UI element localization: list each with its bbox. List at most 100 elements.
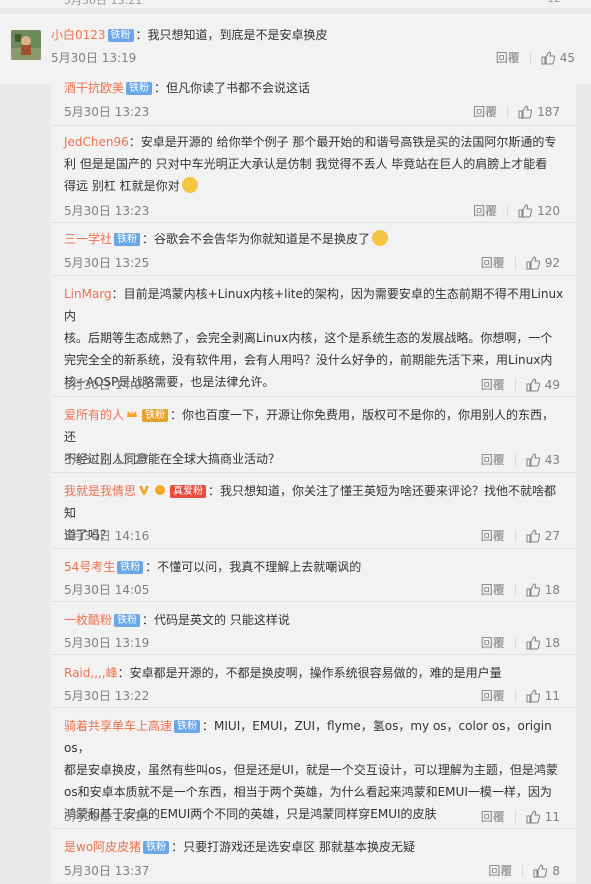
divider — [514, 256, 516, 269]
reply-button[interactable]: 回覆 — [481, 634, 505, 651]
reply-actions: 回覆 187 — [473, 103, 560, 120]
reply-actions: 回覆 8 — [488, 862, 560, 879]
reply-text: 核。后期等生态成熟了，会完全剥离Linux内核，这个是系统生态的发展战略。你想啊… — [64, 331, 553, 345]
username[interactable]: 小白0123 — [51, 28, 106, 42]
like-count: 45 — [559, 50, 575, 65]
fan-badge: 真爱粉 — [170, 485, 207, 498]
divider — [514, 529, 516, 542]
verified-v-icon — [139, 486, 150, 495]
comment-thread: 5月30日 13:21 12 小白0123铁粉：我只想知道，到底是不是安卓换皮 … — [0, 0, 591, 883]
divider — [514, 810, 516, 823]
reply-button[interactable]: 回覆 — [481, 451, 505, 468]
thumbs-up-icon[interactable] — [533, 863, 548, 878]
thumbs-up-icon[interactable] — [518, 203, 533, 218]
username[interactable]: 一枚酷粉 — [64, 613, 112, 627]
reply-body: 是wo阿皮皮猪 铁粉 ：只要打游戏还是选安卓区 那就基本换皮无疑 — [64, 836, 566, 858]
list-item: 爱所有的人 铁粉 ：你也百度一下，开源让你免费用，版权可不是你的，你用别人的东西，还… — [51, 396, 576, 473]
username[interactable]: 三一学社 — [64, 232, 112, 246]
reply-button[interactable]: 回覆 — [496, 49, 520, 66]
reply-time: 5月30日 13:25 — [64, 256, 150, 270]
username[interactable]: 是wo阿皮皮猪 — [64, 840, 141, 854]
reply-actions: 回覆 92 — [481, 254, 560, 271]
like-count: 11 — [544, 809, 560, 824]
reply-button[interactable]: 回覆 — [481, 687, 505, 704]
username[interactable]: 骑着共享单车上高速 — [64, 719, 172, 733]
thumbs-up-icon[interactable] — [526, 688, 540, 703]
previous-timestamp: 5月30日 13:21 — [64, 0, 143, 7]
divider — [529, 51, 531, 64]
list-item: 一枚酷粉 铁粉 ：代码是英文的 只能这样说 5月30日 13:19 回覆 18 — [51, 601, 576, 655]
avatar[interactable] — [11, 30, 41, 60]
list-item: 我就是我倩思 真爱粉 ：我只想知道，你关注了懂王英短为啥还要来评论？找他不就啥都知道… — [51, 472, 576, 549]
reply-time: 5月30日 13:23 — [64, 105, 150, 119]
reply-text: os和安卓本质就不是一个东西，相当于两个英雄，为什么看起来鸿蒙和EMUI一模一样… — [64, 785, 552, 799]
comment-text: ：我只想知道，到底是不是安卓换皮 — [135, 28, 328, 42]
reply-button[interactable]: 回覆 — [481, 254, 505, 271]
reply-time: 5月30日 13:22 — [64, 689, 150, 703]
cat-emoji-icon — [181, 177, 198, 193]
list-item: 54号考生 铁粉 ：不懂可以问，我真不理解上去就嘲讽的 5月30日 14:05 回覆… — [51, 548, 576, 602]
list-item: 骑着共享单车上高速 铁粉 ：MIUI，EMUI，ZUI，flyme，氢os，my o… — [51, 707, 576, 829]
thumbs-up-icon[interactable] — [526, 635, 540, 650]
divider — [507, 204, 509, 217]
thumbs-up-icon[interactable] — [526, 582, 540, 597]
reply-button[interactable]: 回覆 — [481, 581, 505, 598]
crown-icon — [127, 410, 138, 417]
username[interactable]: LinMarg — [64, 287, 112, 301]
username[interactable]: 爱所有的人 — [64, 408, 124, 422]
fan-badge: 铁粉 — [114, 614, 141, 627]
like-count: 187 — [537, 104, 560, 119]
reply-actions: 回覆 43 — [481, 451, 560, 468]
thumbs-up-icon[interactable] — [526, 809, 540, 824]
list-item: 是wo阿皮皮猪 铁粉 ：只要打游戏还是选安卓区 那就基本换皮无疑 5月30日 13:… — [51, 828, 576, 884]
reply-text: 得远 别杠 杠就是你对 — [64, 179, 180, 193]
username[interactable]: 54号考生 — [64, 560, 115, 574]
reply-button[interactable]: 回覆 — [488, 862, 512, 879]
reply-button[interactable]: 回覆 — [481, 527, 505, 544]
thumbs-up-icon[interactable] — [518, 104, 533, 119]
list-item: Raid,,,,峰：安卓都是开源的，不都是换皮啊，操作系统很容易做的，难的是用户… — [51, 654, 576, 708]
reply-button[interactable]: 回覆 — [481, 808, 505, 825]
username[interactable]: 我就是我倩思 — [64, 484, 136, 498]
username[interactable]: 酒干抗欧美 — [64, 81, 124, 95]
thumbs-up-icon[interactable] — [526, 452, 540, 467]
reply-text: 利 但是是国产的 只对中车光明正大承认是仿制 我觉得不丢人 毕竟站在巨人的肩膀上… — [64, 157, 548, 171]
divider — [514, 583, 516, 596]
reply-body: Raid,,,,峰：安卓都是开源的，不都是换皮啊，操作系统很容易做的，难的是用户… — [64, 662, 566, 684]
reply-text: ：代码是英文的 只能这样说 — [142, 613, 290, 627]
reply-time: 5月30日 13:23 — [64, 204, 150, 218]
fan-badge: 铁粉 — [143, 841, 170, 854]
reply-button[interactable]: 回覆 — [473, 103, 497, 120]
thumbs-up-icon[interactable] — [526, 377, 540, 392]
reply-button[interactable]: 回覆 — [473, 202, 497, 219]
like-count: 49 — [544, 377, 560, 392]
reply-text: ：只要打游戏还是选安卓区 那就基本换皮无疑 — [171, 840, 415, 854]
reply-text: 都是安卓换皮，虽然有些叫os，但是还是UI，就是一个交互设计，可以理解为主题，但… — [64, 763, 558, 777]
like-count: 92 — [544, 255, 560, 270]
reply-time: 5月30日 13:27 — [64, 453, 150, 467]
fan-badge: 铁粉 — [114, 233, 141, 246]
main-comment-body: 小白0123 铁粉 ：我只想知道，到底是不是安卓换皮 — [51, 26, 328, 44]
reply-list: 酒干抗欧美 铁粉 ：但凡你读了书都不会说这话 5月30日 13:23 回覆 187 J… — [51, 72, 576, 883]
reply-actions: 回覆 11 — [481, 687, 560, 704]
thinking-emoji-icon — [372, 230, 389, 246]
reply-actions: 回覆 120 — [473, 202, 560, 219]
username[interactable]: JedChen96 — [64, 135, 129, 149]
previous-like-count: 12 — [547, 0, 561, 5]
username[interactable]: Raid,,,,峰 — [64, 666, 118, 680]
reply-actions: 回覆 11 — [481, 808, 560, 825]
reply-button[interactable]: 回覆 — [481, 376, 505, 393]
reply-body: 三一学社 铁粉 ：谷歌会不会告华为你就知道是不是换皮了 — [64, 228, 566, 250]
like-count: 43 — [544, 452, 560, 467]
thumbs-up-icon[interactable] — [526, 255, 540, 270]
reply-actions: 回覆 27 — [481, 527, 560, 544]
divider — [514, 689, 516, 702]
list-item: 酒干抗欧美 铁粉 ：但凡你读了书都不会说这话 5月30日 13:23 回覆 187 — [51, 72, 576, 125]
like-count: 18 — [544, 635, 560, 650]
reply-time: 5月30日 14:05 — [64, 583, 150, 597]
divider — [514, 378, 516, 391]
thumbs-up-icon[interactable] — [541, 50, 555, 65]
like-count: 8 — [552, 863, 560, 878]
thumbs-up-icon[interactable] — [526, 528, 540, 543]
reply-body: 酒干抗欧美 铁粉 ：但凡你读了书都不会说这话 — [64, 77, 566, 99]
